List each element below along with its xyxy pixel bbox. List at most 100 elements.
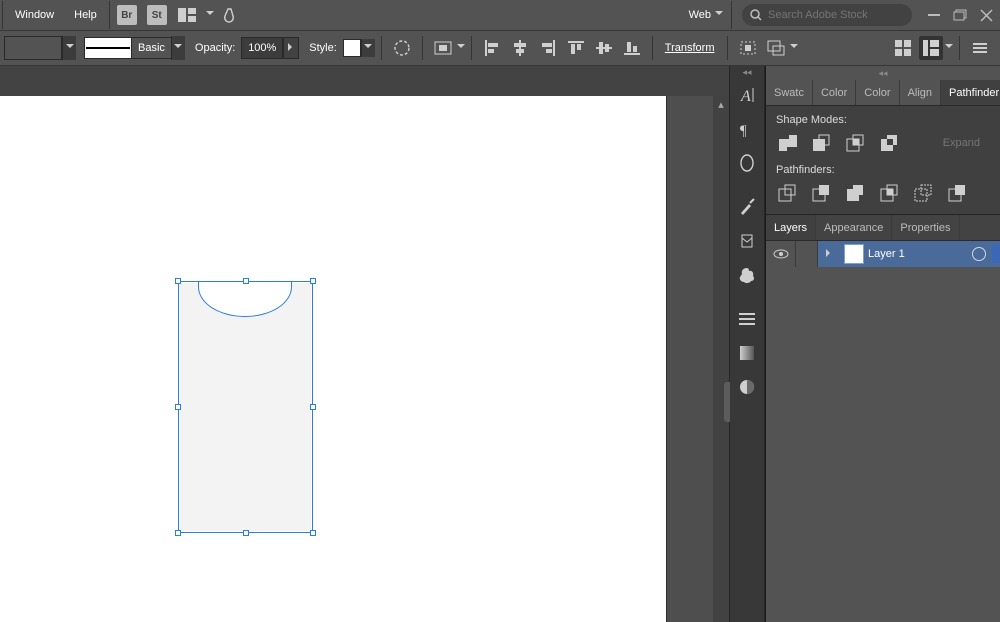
bridge-icon[interactable]: Br <box>117 5 137 25</box>
opacity-dropdown-button[interactable] <box>283 37 299 59</box>
menu-help[interactable]: Help <box>64 0 107 30</box>
panel-collapse-grip[interactable]: ◂◂ <box>766 66 1000 80</box>
shapemode-unite-icon[interactable] <box>776 132 798 154</box>
opacity-input[interactable]: 100% <box>241 37 299 59</box>
layer-target-icon[interactable] <box>972 247 986 261</box>
shape-modes-label: Shape Modes: <box>776 114 990 126</box>
layer-selection-indicator[interactable] <box>992 245 1000 263</box>
tab-layers[interactable]: Layers <box>766 215 816 240</box>
essentials-panel-icon[interactable] <box>919 36 943 60</box>
layer-visibility-toggle[interactable] <box>766 241 796 267</box>
tab-align[interactable]: Align <box>900 80 941 105</box>
tab-properties[interactable]: Properties <box>892 215 959 240</box>
align-right-icon[interactable] <box>536 36 560 60</box>
menu-window[interactable]: Window <box>5 0 64 30</box>
align-to-dropdown[interactable] <box>457 41 465 55</box>
selected-object[interactable] <box>178 281 313 533</box>
handle-top-left[interactable] <box>175 278 181 284</box>
handle-middle-left[interactable] <box>175 404 181 410</box>
vertical-scrollbar[interactable]: ▴ <box>713 96 729 622</box>
window-minimize-button[interactable] <box>926 8 942 22</box>
tab-appearance[interactable]: Appearance <box>816 215 892 240</box>
panel-menu-icon[interactable] <box>968 36 992 60</box>
symbols-panel-icon[interactable] <box>733 227 761 255</box>
essentials-grid-icon[interactable] <box>891 36 915 60</box>
artboard[interactable] <box>0 96 666 622</box>
top-panel-tabs: Swatc Color Color Align Pathfinder <box>766 80 1000 106</box>
dock-collapse-grip[interactable]: ◂◂ <box>730 66 764 78</box>
character-panel-icon[interactable]: A <box>733 81 761 109</box>
stock-search-input[interactable] <box>766 8 904 22</box>
opentype-panel-icon[interactable] <box>733 149 761 177</box>
symbol-sprayer-icon[interactable] <box>733 261 761 289</box>
handle-top-right[interactable] <box>310 278 316 284</box>
control-bar: Basic Opacity: 100% Style: Transform <box>0 30 1000 66</box>
handle-bottom-right[interactable] <box>310 530 316 536</box>
fill-stroke-swatch[interactable] <box>4 36 76 60</box>
chevron-down-icon <box>715 8 723 22</box>
pathfinder-outline-icon[interactable] <box>912 182 934 204</box>
stock-search[interactable] <box>742 4 912 26</box>
pathfinder-merge-icon[interactable] <box>844 182 866 204</box>
layer-lock-toggle[interactable] <box>796 241 818 267</box>
layer-name[interactable]: Layer 1 <box>868 248 972 260</box>
opacity-value[interactable]: 100% <box>241 37 283 59</box>
align-left-icon[interactable] <box>480 36 504 60</box>
arrange-documents-icon[interactable] <box>178 6 196 24</box>
transparency-panel-icon[interactable] <box>733 373 761 401</box>
shapemode-exclude-icon[interactable] <box>878 132 900 154</box>
workspace-label: Web <box>689 9 711 21</box>
workspace-switcher[interactable]: Web <box>683 0 729 30</box>
pathfinder-minus-back-icon[interactable] <box>946 182 968 204</box>
gpu-performance-icon[interactable] <box>220 6 238 24</box>
isolate-object-icon[interactable] <box>736 36 760 60</box>
layers-panel: Layer 1 <box>766 241 1000 267</box>
handle-bottom-left[interactable] <box>175 530 181 536</box>
paragraph-panel-icon[interactable]: ¶ <box>733 115 761 143</box>
gradient-panel-icon[interactable] <box>733 339 761 367</box>
scroll-up-icon[interactable]: ▴ <box>713 96 729 112</box>
shapemode-minus-front-icon[interactable] <box>810 132 832 154</box>
style-label: Style: <box>309 42 337 54</box>
svg-text:A: A <box>740 88 751 105</box>
tab-color-guide[interactable]: Color <box>856 80 899 105</box>
tab-swatches[interactable]: Swatc <box>766 80 813 105</box>
brushes-panel-icon[interactable] <box>733 193 761 221</box>
pathfinder-trim-icon[interactable] <box>810 182 832 204</box>
stroke-panel-icon[interactable] <box>733 305 761 333</box>
handle-middle-right[interactable] <box>310 404 316 410</box>
layer-row[interactable]: Layer 1 <box>766 241 1000 267</box>
align-bottom-icon[interactable] <box>620 36 644 60</box>
align-hcenter-icon[interactable] <box>508 36 532 60</box>
clip-dropdown[interactable] <box>790 41 798 55</box>
window-restore-button[interactable] <box>952 8 968 22</box>
handle-top-middle[interactable] <box>243 278 249 284</box>
handle-bottom-middle[interactable] <box>243 530 249 536</box>
edit-clip-icon[interactable] <box>764 36 788 60</box>
stock-icon[interactable]: St <box>147 5 167 25</box>
align-vcenter-icon[interactable] <box>592 36 616 60</box>
canvas[interactable] <box>0 96 713 622</box>
workarea: ▴ ◂◂ A ¶ ◂◂ Swatc Color Color Align Path… <box>0 66 1000 622</box>
menubar: Window Help Br St Web <box>0 0 1000 30</box>
graphic-style-picker[interactable] <box>341 36 375 60</box>
align-to-selection-icon[interactable] <box>431 36 455 60</box>
shapemode-intersect-icon[interactable] <box>844 132 866 154</box>
document-tabbar[interactable] <box>0 66 729 96</box>
panel-resize-nub[interactable] <box>724 382 730 422</box>
pathfinder-divide-icon[interactable] <box>776 182 798 204</box>
panel-layout-dropdown[interactable] <box>945 41 953 55</box>
transform-link[interactable]: Transform <box>665 42 715 54</box>
tab-pathfinder[interactable]: Pathfinder <box>941 80 1000 105</box>
eye-icon <box>773 249 789 259</box>
pathfinder-crop-icon[interactable] <box>878 182 900 204</box>
tab-color[interactable]: Color <box>813 80 856 105</box>
stroke-profile-label: Basic <box>132 37 171 59</box>
recolor-artwork-icon[interactable] <box>390 36 414 60</box>
align-top-icon[interactable] <box>564 36 588 60</box>
collapsed-panel-dock: ◂◂ A ¶ <box>729 66 765 622</box>
window-close-button[interactable] <box>978 8 994 22</box>
stroke-profile[interactable]: Basic <box>84 36 185 60</box>
arrange-docs-dropdown[interactable] <box>206 8 214 22</box>
layer-expand-toggle[interactable] <box>818 241 840 267</box>
